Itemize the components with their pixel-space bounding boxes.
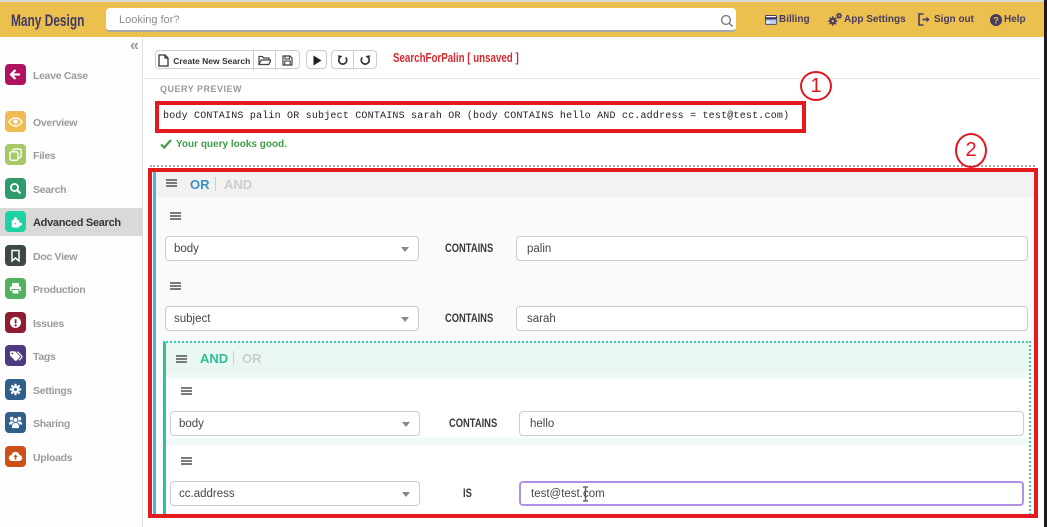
svg-text:?: ? [993, 15, 999, 26]
